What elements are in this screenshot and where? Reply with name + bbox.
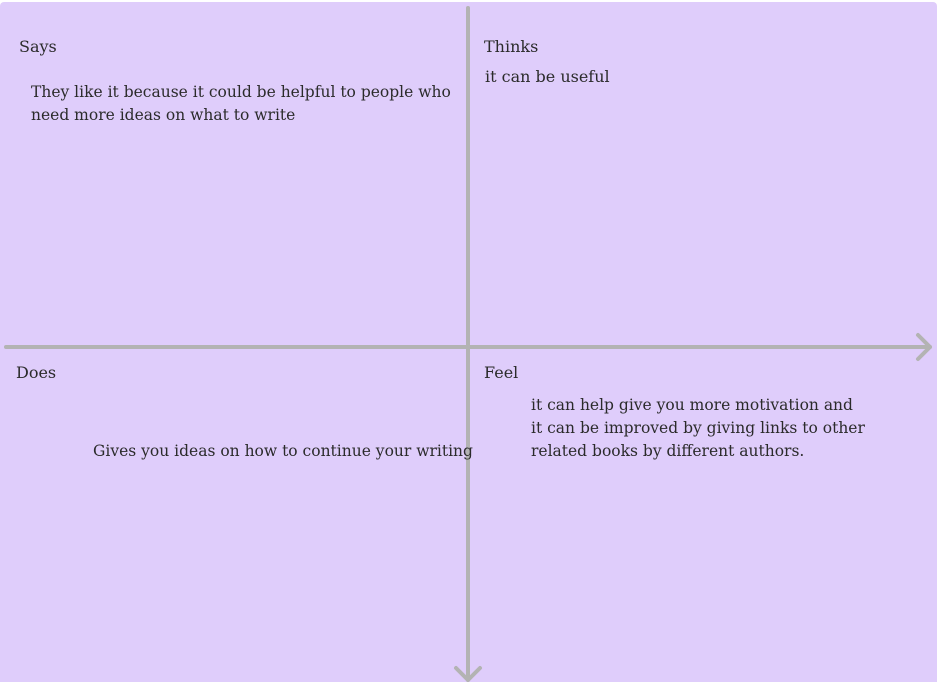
empathy-map-canvas: Says They like it because it could be he… (0, 0, 938, 682)
does-quadrant-title: Does (16, 363, 57, 382)
feel-note-improvement: it can be improved by giving links to ot… (531, 419, 865, 460)
says-quadrant-title: Says (19, 37, 57, 56)
does-note: Gives you ideas on how to continue your … (93, 442, 473, 460)
thinks-note: it can be useful (485, 67, 610, 86)
feel-note-motivation: it can help give you more motivation and (531, 396, 853, 414)
says-note: They like it because it could be helpful… (31, 83, 451, 124)
feel-quadrant-title: Feel (484, 363, 519, 382)
thinks-quadrant-title: Thinks (484, 37, 539, 56)
